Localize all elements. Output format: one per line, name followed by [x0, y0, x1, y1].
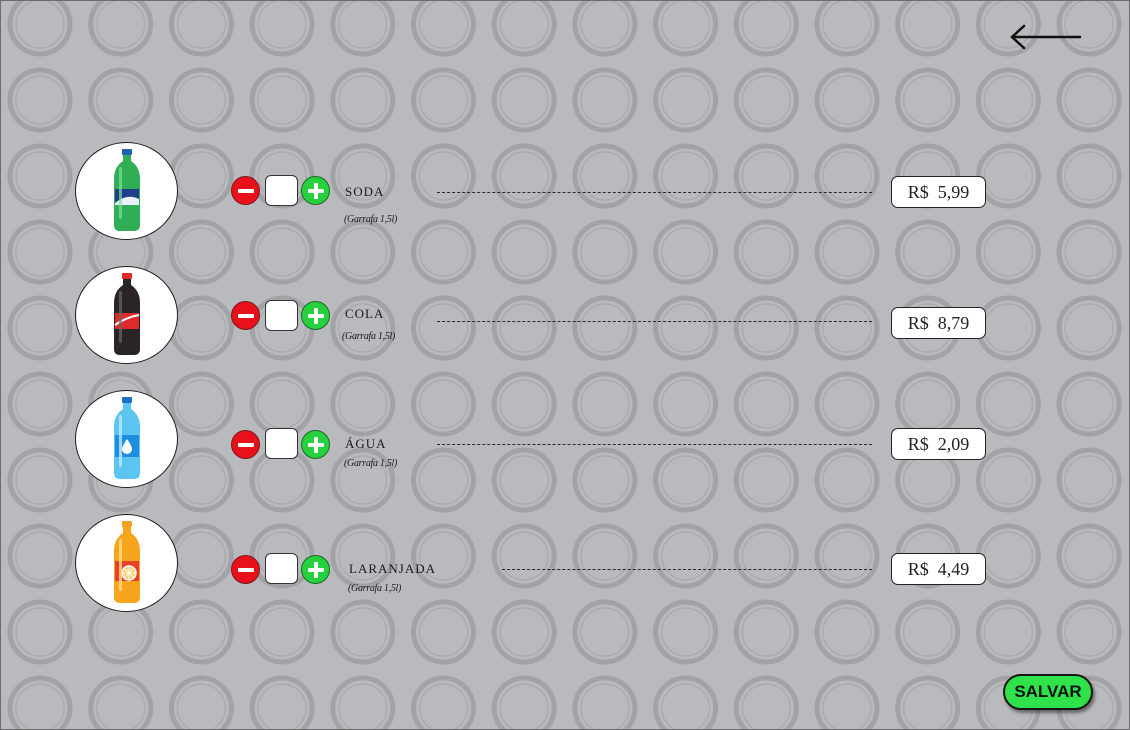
decrease-quantity-button[interactable] — [231, 301, 260, 330]
green-soda-bottle-icon — [113, 149, 140, 231]
save-button[interactable]: SALVAR — [1003, 674, 1093, 710]
currency-symbol: R$ — [907, 558, 929, 579]
arrow-left-icon — [1010, 24, 1082, 50]
dotted-leader — [437, 321, 872, 322]
decrease-quantity-button[interactable] — [231, 176, 260, 205]
water-bottle-icon — [113, 397, 140, 479]
product-name: Laranjada — [349, 557, 436, 577]
product-image — [75, 266, 178, 364]
product-name: Cola — [345, 302, 385, 322]
price-value: 4,49 — [937, 558, 970, 579]
dotted-leader — [437, 444, 872, 445]
product-image — [75, 142, 178, 240]
product-image — [75, 514, 178, 612]
increase-quantity-button[interactable] — [301, 430, 330, 459]
decrease-quantity-button[interactable] — [231, 555, 260, 584]
dotted-leader — [502, 569, 872, 570]
price-value: 8,79 — [937, 312, 970, 333]
product-image — [75, 390, 178, 488]
product-size: (Garrafa 1,5l) — [348, 583, 402, 594]
product-row-cola: Cola (Garrafa 1,5l) R$ 8,79 — [0, 260, 1130, 370]
quantity-input[interactable] — [265, 553, 298, 584]
product-row-agua: Água (Garrafa 1,5l) R$ 2,09 — [0, 384, 1130, 494]
quantity-input[interactable] — [265, 300, 298, 331]
orange-soda-bottle-icon — [113, 521, 140, 603]
decrease-quantity-button[interactable] — [231, 430, 260, 459]
product-name: Água — [345, 432, 387, 452]
quantity-input[interactable] — [265, 428, 298, 459]
currency-symbol: R$ — [907, 181, 929, 202]
product-row-soda: Soda (Garrafa 1,5l) R$ 5,99 — [0, 136, 1130, 246]
back-button[interactable] — [1004, 20, 1084, 54]
cola-bottle-icon — [113, 273, 140, 355]
price-value: 5,99 — [937, 181, 970, 202]
increase-quantity-button[interactable] — [301, 555, 330, 584]
product-price: R$ 2,09 — [891, 428, 986, 460]
increase-quantity-button[interactable] — [301, 176, 330, 205]
quantity-input[interactable] — [265, 175, 298, 206]
increase-quantity-button[interactable] — [301, 301, 330, 330]
dotted-leader — [437, 192, 872, 193]
currency-symbol: R$ — [907, 312, 929, 333]
price-value: 2,09 — [937, 433, 970, 454]
product-size: (Garrafa 1,5l) — [344, 458, 398, 469]
product-name: Soda — [345, 180, 385, 200]
product-size: (Garrafa 1,5l) — [344, 214, 398, 225]
product-price: R$ 4,49 — [891, 553, 986, 585]
product-price: R$ 5,99 — [891, 176, 986, 208]
product-price: R$ 8,79 — [891, 307, 986, 339]
product-size: (Garrafa 1,5l) — [342, 331, 396, 342]
product-row-laranjada: Laranjada (Garrafa 1,5l) R$ 4,49 — [0, 508, 1130, 618]
currency-symbol: R$ — [907, 433, 929, 454]
